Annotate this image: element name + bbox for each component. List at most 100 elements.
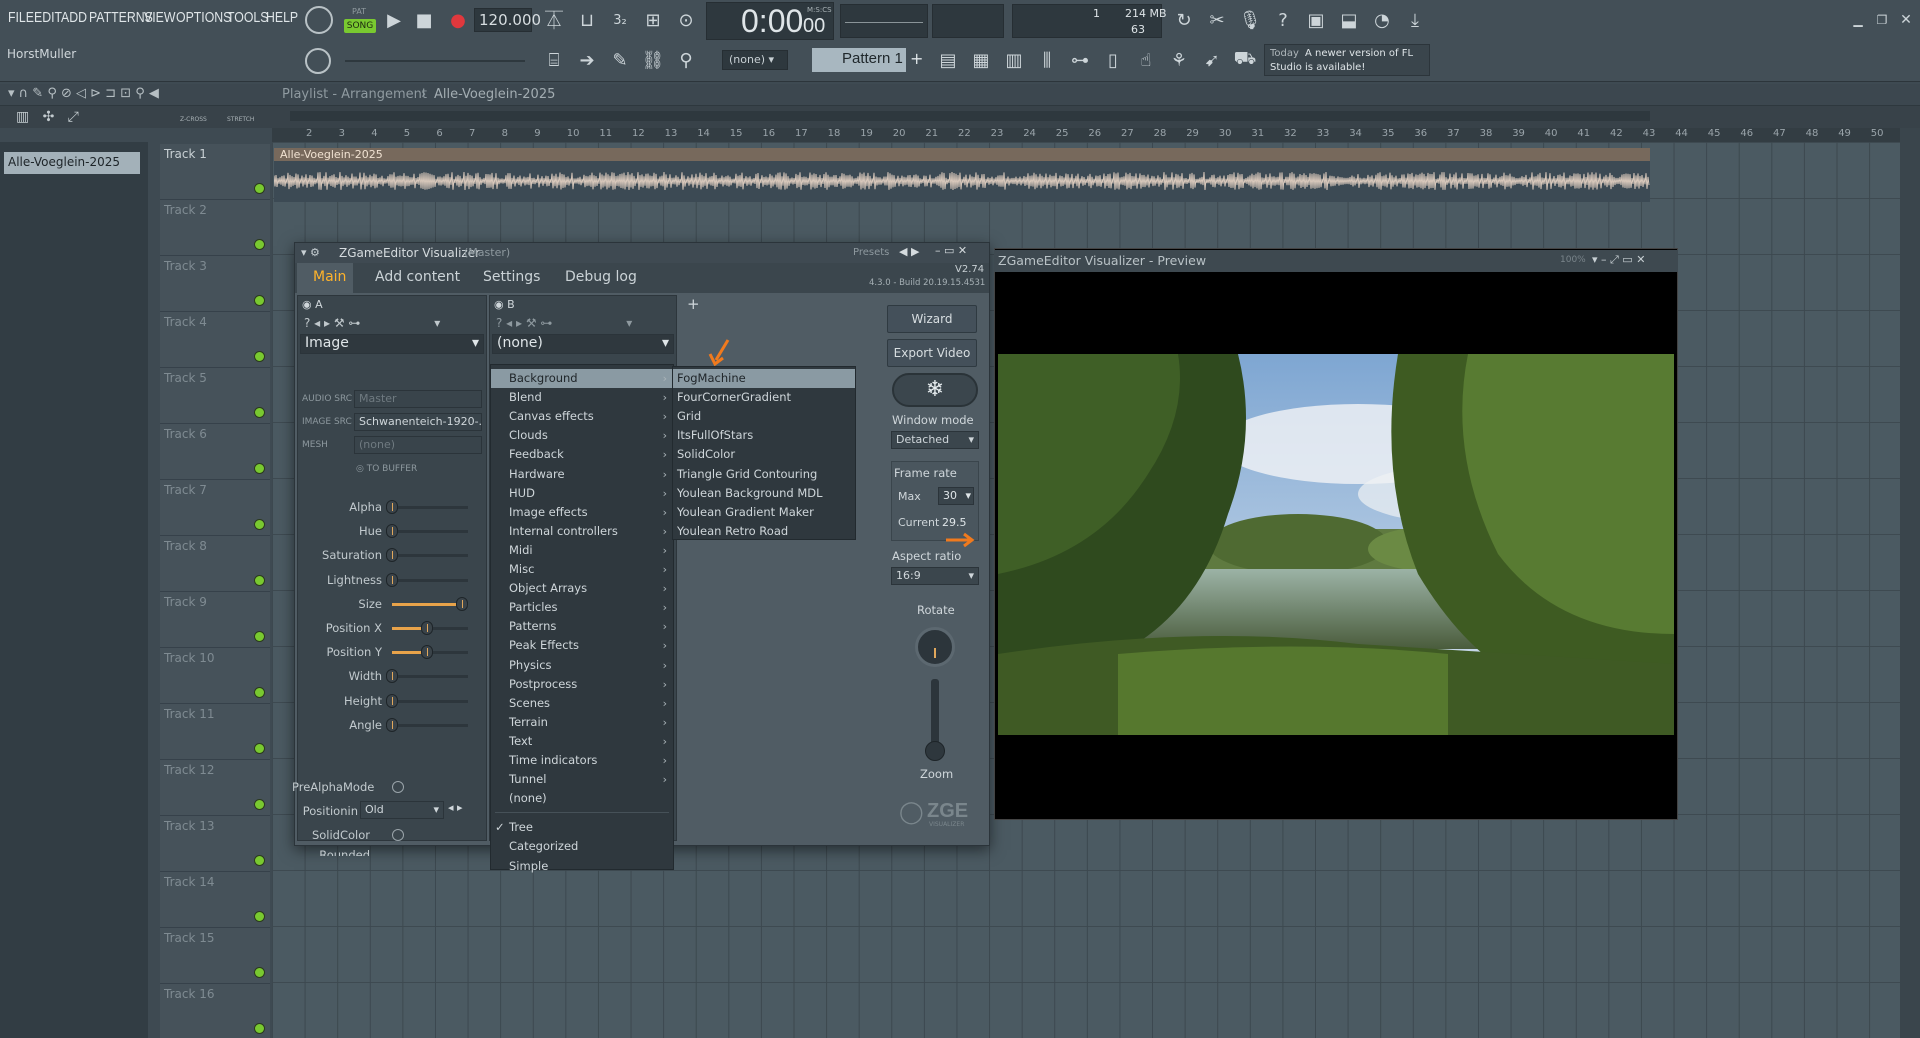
menu-category-item[interactable]: Tunnel ›	[491, 770, 673, 789]
menu-category-item[interactable]: Blend ›	[491, 388, 673, 407]
zoom-slider-thumb[interactable]	[925, 741, 945, 761]
param-slider-thumb[interactable]	[386, 669, 398, 684]
param-slider[interactable]	[392, 723, 468, 727]
menu-category-item[interactable]: Terrain ›	[491, 713, 673, 732]
plugin-titlebar[interactable]: ▾ ⚙ ZGameEditor Visualizer (Master) Pres…	[295, 243, 989, 263]
track-led-icon[interactable]	[255, 464, 264, 473]
wait-input-icon[interactable]: ⊔	[573, 6, 601, 34]
cut-icon[interactable]: ✂	[1203, 6, 1231, 34]
background-effect-item[interactable]: SolidColor	[673, 445, 855, 464]
track-header[interactable]: Track 12	[160, 760, 270, 816]
menu-view[interactable]: VIEW	[144, 9, 175, 26]
blend-notes-icon[interactable]: ⊞	[639, 6, 667, 34]
prealpha-toggle[interactable]	[392, 781, 404, 793]
mixer-icon[interactable]: ⫼	[1033, 46, 1061, 74]
audio-src-field[interactable]: Master	[354, 390, 482, 408]
layer-b-effect-select[interactable]: (none) ▾	[492, 334, 674, 354]
plugin-database-icon[interactable]: ⚘	[1165, 46, 1193, 74]
microphone-icon[interactable]: 🎙	[1236, 6, 1264, 34]
track-header[interactable]: Track 6	[160, 424, 270, 480]
track-header[interactable]: Track 5	[160, 368, 270, 424]
param-slider-thumb[interactable]	[386, 572, 398, 587]
audio-clip[interactable]	[274, 148, 1650, 202]
track-led-icon[interactable]	[255, 408, 264, 417]
track-header[interactable]: Track 8	[160, 536, 270, 592]
track-led-icon[interactable]	[255, 800, 264, 809]
aspect-ratio-select[interactable]: 16:9 ▾	[891, 567, 979, 585]
preview-window-icons[interactable]: ▾ – ⤢ ▭ ✕	[1592, 253, 1645, 267]
time-display[interactable]: 0:00 00 M:S:CS	[706, 2, 834, 40]
param-slider[interactable]	[392, 530, 468, 534]
add-pattern-button[interactable]: +	[910, 49, 923, 68]
menu-category-item[interactable]: Midi ›	[491, 541, 673, 560]
param-slider-thumb[interactable]	[386, 693, 398, 708]
plugin-picker-icon[interactable]: ▯	[1099, 46, 1127, 74]
param-slider[interactable]	[392, 578, 468, 582]
add-layer-button[interactable]: +	[687, 295, 700, 313]
positioning-select[interactable]: Old ▾	[360, 801, 444, 819]
loop-record-icon[interactable]: ⊙	[672, 6, 700, 34]
track-led-icon[interactable]	[255, 184, 264, 193]
track-led-icon[interactable]	[255, 576, 264, 585]
to-buffer-toggle[interactable]: ◎ TO BUFFER	[356, 464, 417, 474]
help-icon[interactable]: ?	[1269, 6, 1297, 34]
menu-category-item[interactable]: Image effects ›	[491, 503, 673, 522]
menu-category-item[interactable]: Clouds ›	[491, 426, 673, 445]
project-info-icon[interactable]: ➹	[1198, 46, 1226, 74]
menu-edit[interactable]: EDIT	[34, 9, 62, 26]
pattern-selector[interactable]: (none) ▾	[722, 50, 788, 70]
track-header[interactable]: Track 15	[160, 928, 270, 984]
menu-category-item[interactable]: Canvas effects ›	[491, 407, 673, 426]
menu-file[interactable]: FILE	[8, 9, 34, 26]
play-icon[interactable]: ▶	[380, 6, 408, 34]
plugin-window-icons[interactable]: – ▭ ✕	[935, 244, 967, 257]
menu-category-item[interactable]: Hardware ›	[491, 465, 673, 484]
arrow-icon[interactable]: ➔	[573, 46, 601, 74]
solidcolor-toggle[interactable]	[392, 829, 404, 841]
undo-icon[interactable]: ↻	[1170, 6, 1198, 34]
step-sequencer-icon[interactable]: ▦	[967, 46, 995, 74]
track-header[interactable]: Track 9	[160, 592, 270, 648]
background-effect-item[interactable]: Youlean Retro Road	[673, 522, 855, 541]
background-effect-item[interactable]: Youlean Gradient Maker	[673, 503, 855, 522]
window-mode-select[interactable]: Detached ▾	[891, 431, 979, 449]
mesh-field[interactable]: (none)	[354, 436, 482, 454]
track-led-icon[interactable]	[255, 240, 264, 249]
tab-settings[interactable]: Settings	[483, 269, 540, 285]
timeline-ruler[interactable]: 2 3 4 5 6 7 8 9 10 11 12 13 14 15 16 17 18 19 20 21 22 23 24 25…	[272, 128, 1900, 142]
track-header[interactable]: Track 13	[160, 816, 270, 872]
menu-category-item[interactable]: Peak Effects ›	[491, 636, 673, 655]
menu-category-item[interactable]: Scenes ›	[491, 694, 673, 713]
layer-a-effect-select[interactable]: Image ▾	[300, 334, 484, 354]
menu-category-item[interactable]: Feedback ›	[491, 445, 673, 464]
shop-icon[interactable]: ⛟	[1231, 46, 1259, 74]
stamp-icon[interactable]: ⚲	[672, 46, 700, 74]
track-header[interactable]: Track 10	[160, 648, 270, 704]
menu-add[interactable]: ADD	[61, 9, 87, 26]
tab-add-content[interactable]: Add content	[375, 269, 460, 285]
track-led-icon[interactable]	[255, 1024, 264, 1033]
snowflake-icon[interactable]: ❄	[892, 373, 978, 407]
plugin-menu-icon[interactable]: ▾ ⚙	[301, 246, 320, 259]
preset-nav-icon[interactable]: ◀ ▶	[899, 245, 919, 258]
channel-rack-icon[interactable]: ▥	[1000, 46, 1028, 74]
countdown-icon[interactable]: 3₂	[606, 6, 634, 34]
record-icon[interactable]: ●	[444, 6, 472, 34]
max-fps-select[interactable]: 30 ▾	[938, 487, 974, 505]
render-icon[interactable]: ⬓	[1335, 6, 1363, 34]
download-icon[interactable]: ⤓	[1401, 6, 1429, 34]
param-slider-thumb[interactable]	[421, 621, 433, 635]
track-header[interactable]: Track 11	[160, 704, 270, 760]
menu-none-item[interactable]: (none)	[491, 789, 673, 808]
track-led-icon[interactable]	[255, 856, 264, 865]
menu-view-item[interactable]: Simple	[491, 857, 673, 876]
param-slider[interactable]	[392, 506, 468, 509]
master-pitch-knob[interactable]	[305, 48, 331, 74]
menu-category-item[interactable]: Time indicators ›	[491, 751, 673, 770]
link-icon[interactable]: ⛓	[639, 46, 667, 74]
track-header[interactable]: Track 3	[160, 256, 270, 312]
background-effect-item[interactable]: ItsFullOfStars	[673, 426, 855, 445]
menu-category-item[interactable]: Object Arrays ›	[491, 579, 673, 598]
menu-help[interactable]: HELP	[266, 9, 298, 26]
background-effect-item[interactable]: FourCornerGradient	[673, 388, 855, 407]
